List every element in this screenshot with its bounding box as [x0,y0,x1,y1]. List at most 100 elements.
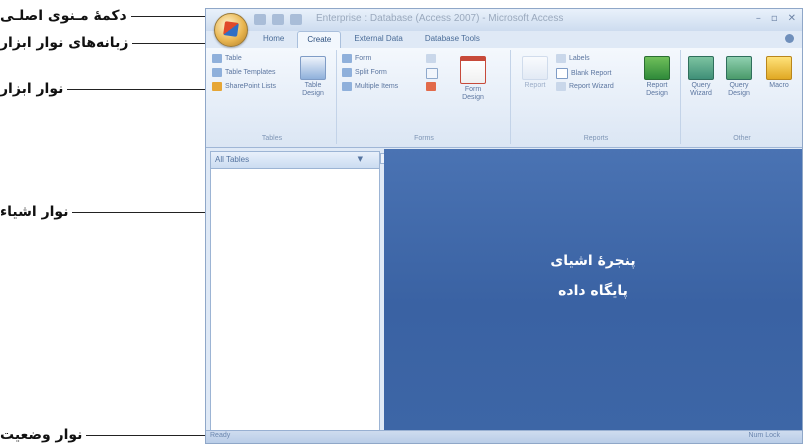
report-icon [522,56,548,80]
annotation-leader-line [86,434,205,436]
title-bar: Enterprise : Database (Access 2007) - Mi… [206,9,802,31]
query-design-label: Query Design [728,82,750,97]
undo-icon[interactable] [272,14,284,25]
report-button[interactable]: Report [518,56,552,90]
database-objects-pane-label-line1: پنجرهٔ اشیای [550,253,636,269]
annotation-office-button: دکمهٔ مـنوی اصلـی [0,8,205,24]
annotation-office-button-text: دکمهٔ مـنوی اصلـی [0,8,127,24]
other-group-label: Other [733,135,751,142]
annotation-ribbon: نوار ابزار [0,81,205,97]
annotation-leader-line [130,15,205,17]
annotation-ribbon-tabs: زبانه‌های نوار ابزار [0,35,205,51]
labels-icon [556,54,566,63]
report-wizard-label: Report Wizard [569,83,614,90]
annotation-object-bar: نوار اشیاء [0,204,205,220]
form-design-icon [460,56,486,84]
annotation-status-bar: نوار وضعیت [0,427,205,443]
help-icon[interactable] [785,34,794,43]
maximize-button[interactable]: ▫ [771,13,778,24]
ribbon-group-tables: Table Table Templates SharePoint Lists T… [208,50,337,144]
table-templates-icon [212,68,222,77]
annotation-ribbon-tabs-text: زبانه‌های نوار ابزار [0,35,129,51]
table-design-label: Table Design [302,82,324,97]
query-wizard-label: Query Wizard [690,82,712,97]
annotation-ribbon-text: نوار ابزار [0,81,64,97]
sharepoint-lists-button[interactable]: SharePoint Lists [212,82,276,91]
forms-group-label: Forms [414,135,434,142]
window-controls: – ▫ ✕ [756,13,796,24]
table-design-button[interactable]: Table Design [296,56,330,98]
annotation-leader-line [132,42,205,44]
tab-home[interactable]: Home [254,31,293,49]
labels-label: Labels [569,55,590,62]
blank-report-icon [556,68,568,79]
redo-icon[interactable] [290,14,302,25]
report-wizard-icon [556,82,566,91]
save-icon[interactable] [254,14,266,25]
reports-group-label: Reports [583,135,609,142]
minimize-button[interactable]: – [756,13,761,24]
sharepoint-icon [212,82,222,91]
query-wizard-button[interactable]: Query Wizard [684,56,718,98]
report-design-button[interactable]: Report Design [640,56,674,98]
macro-label: Macro [769,82,789,89]
navigation-pane-title: All Tables [215,155,250,164]
multiple-items-button[interactable]: Multiple Items [342,82,398,91]
pivot-chart-button[interactable] [426,54,436,63]
report-label: Report [524,82,546,89]
table-templates-button[interactable]: Table Templates [212,68,275,77]
report-wizard-button[interactable]: Report Wizard [556,82,614,91]
blank-form-button[interactable] [426,68,438,79]
query-design-button[interactable]: Query Design [722,56,756,98]
table-button[interactable]: Table [212,54,242,63]
multiple-items-icon [342,82,352,91]
tab-database-tools[interactable]: Database Tools [416,31,489,49]
status-ready: Ready [210,432,231,439]
blank-report-label: Blank Report [571,70,612,77]
table-icon [212,54,222,63]
annotation-status-bar-text: نوار وضعیت [0,427,83,443]
blank-report-button[interactable]: Blank Report [556,68,611,79]
split-form-label: Split Form [355,69,387,76]
annotation-leader-line [72,211,205,213]
pivot-chart-icon [426,54,436,63]
quick-access-toolbar [254,14,302,25]
more-forms-button[interactable] [426,82,436,91]
annotation-leader-line [67,88,205,90]
form-design-label: Form Design [462,86,484,101]
ribbon-group-reports: Report Labels Blank Report Report Wizard… [512,50,681,144]
ribbon-group-forms: Form Split Form Multiple Items Form Desi… [338,50,511,144]
annotation-object-bar-text: نوار اشیاء [0,204,69,220]
table-design-icon [300,56,326,80]
navigation-pane-header[interactable]: All Tables ▼ [211,152,379,169]
labels-button[interactable]: Labels [556,54,590,63]
access-window: Enterprise : Database (Access 2007) - Mi… [205,8,803,444]
split-form-button[interactable]: Split Form [342,68,387,77]
report-design-label: Report Design [646,82,668,97]
ribbon-tabs: Home Create External Data Database Tools [254,31,489,50]
tab-external-data[interactable]: External Data [345,31,411,49]
blank-form-icon [426,68,438,79]
status-bar: Ready Num Lock [206,430,802,443]
ribbon-group-other: Query Wizard Query Design Macro Other [682,50,802,144]
form-label: Form [355,55,372,62]
form-design-button[interactable]: Form Design [456,56,490,102]
table-templates-label: Table Templates [225,69,276,76]
macro-icon [766,56,792,80]
form-button[interactable]: Form [342,54,371,63]
multiple-items-label: Multiple Items [355,83,399,90]
tables-group-label: Tables [261,135,283,142]
table-label: Table [225,55,242,62]
database-objects-pane: پنجرهٔ اشیای پایگاه داده [384,149,802,433]
database-objects-pane-label-line2: پایگاه داده [558,283,628,299]
office-button[interactable] [214,13,248,47]
report-design-icon [644,56,670,80]
query-design-icon [726,56,752,80]
more-forms-icon [426,82,436,91]
close-button[interactable]: ✕ [788,13,796,24]
form-icon [342,54,352,63]
chevron-down-icon[interactable]: ▼ [358,155,363,163]
macro-button[interactable]: Macro [762,56,796,90]
navigation-pane: All Tables ▼ [210,151,380,433]
query-wizard-icon [688,56,714,80]
